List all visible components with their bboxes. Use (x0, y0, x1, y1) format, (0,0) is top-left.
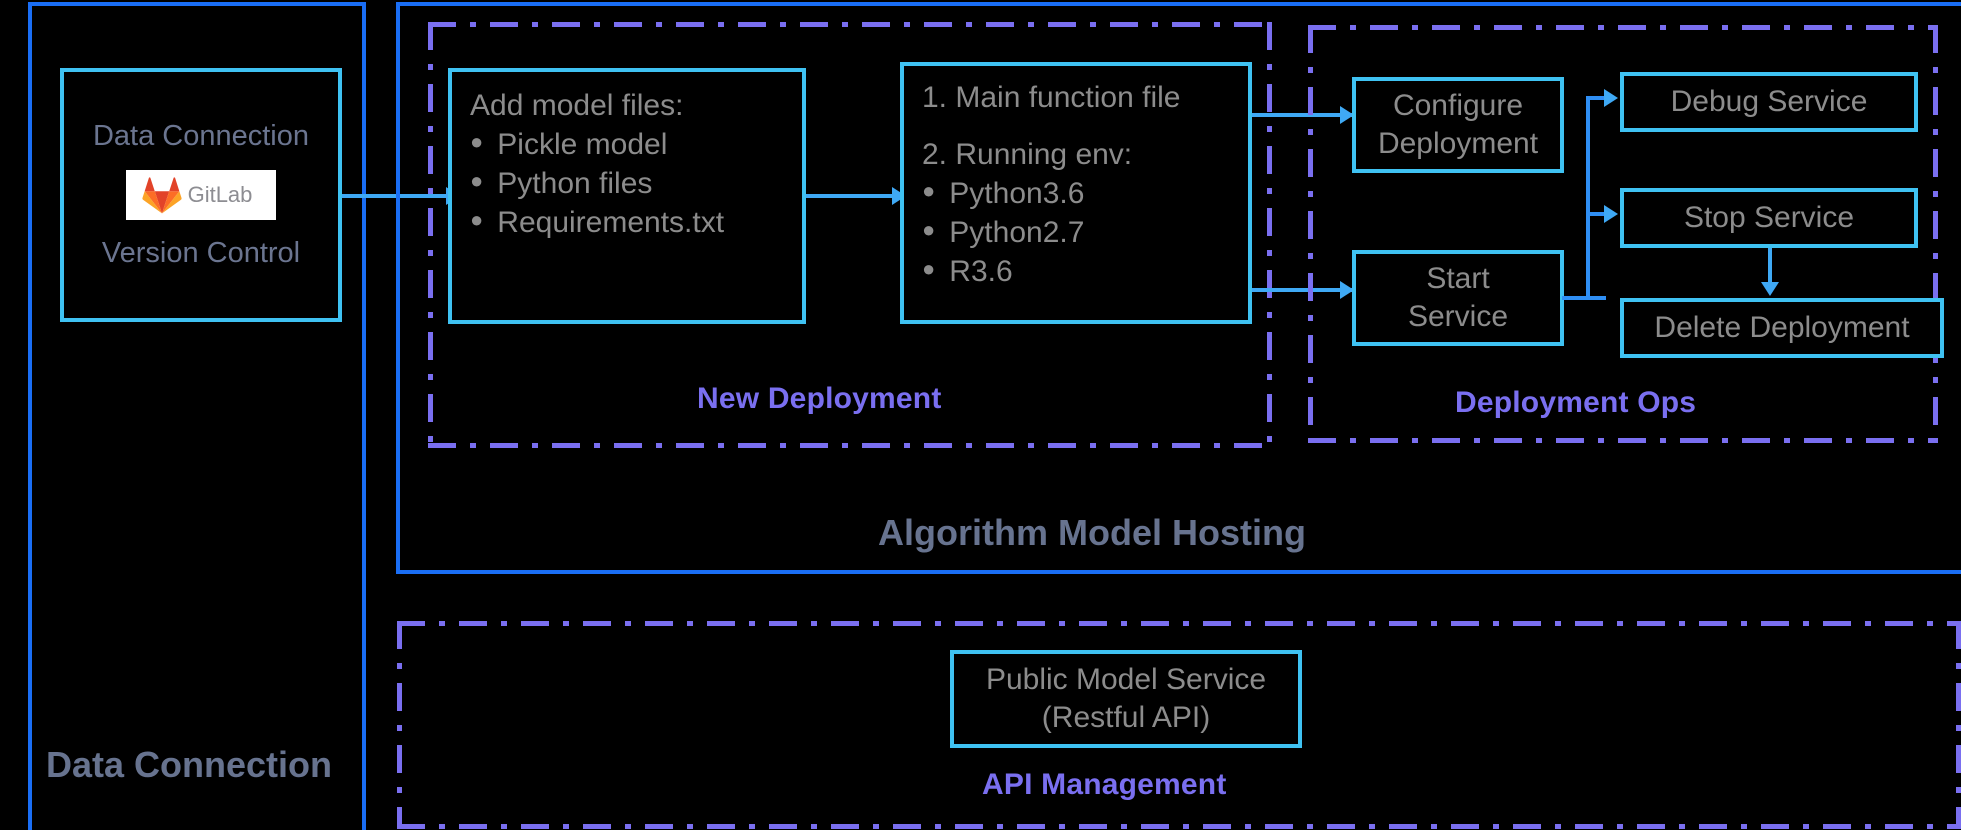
arrow-stop-to-delete (1761, 282, 1779, 296)
delete-deployment-label: Delete Deployment (1654, 310, 1910, 344)
arrow-branch-to-stop (1604, 205, 1618, 223)
public-model-service-line1: Public Model Service (985, 662, 1267, 696)
list-item-label: Python3.6 (949, 177, 1085, 210)
start-service-box[interactable]: Start Service (1352, 250, 1564, 346)
algorithm-model-hosting-caption: Algorithm Model Hosting (878, 512, 1306, 553)
debug-service-box[interactable]: Debug Service (1620, 72, 1918, 132)
list-item-label: R3.6 (949, 255, 1013, 288)
list-item: ● R3.6 (922, 252, 1230, 291)
arrow-branch-to-debug (1604, 89, 1618, 107)
data-connection-title: Data Connection (92, 120, 310, 153)
bullet-dot: ● (922, 217, 936, 242)
bullet-dot: ● (470, 129, 484, 154)
add-model-files-box[interactable]: Add model files: ● Pickle model ● Python f… (448, 68, 806, 324)
running-env-label: 2. Running env: (922, 138, 1133, 171)
list-item: ● Python files (470, 164, 784, 203)
running-env-list: ● Python3.6 ● Python2.7 ● R3.6 (922, 174, 1230, 291)
public-model-service-box[interactable]: Public Model Service (Restful API) (950, 650, 1302, 748)
api-management-caption: API Management (982, 768, 1227, 801)
stop-service-box[interactable]: Stop Service (1620, 188, 1918, 248)
list-item-label: Pickle model (497, 128, 668, 161)
start-service-label: Start Service (1407, 261, 1509, 333)
list-item-label: Python2.7 (949, 216, 1085, 249)
running-env-box[interactable]: 1. Main function file 2. Running env: ● P… (900, 62, 1252, 324)
list-item: ● Python2.7 (922, 213, 1230, 252)
diagram-canvas: Data Connection GitLab Version Control D… (0, 0, 1961, 830)
bullet-dot: ● (470, 207, 484, 232)
deployment-ops-caption: Deployment Ops (1455, 386, 1697, 419)
list-item: ● Python3.6 (922, 174, 1230, 213)
gitlab-logo-icon (141, 177, 182, 214)
configure-deployment-label: Configure Deployment (1377, 88, 1539, 160)
bullet-dot: ● (922, 256, 936, 281)
list-item: ● Pickle model (470, 125, 784, 164)
delete-deployment-box[interactable]: Delete Deployment (1620, 298, 1944, 358)
list-item-label: Python files (497, 167, 653, 200)
connector-start-vertical (1586, 96, 1590, 300)
add-model-files-list: ● Pickle model ● Python files ● Requirement… (470, 125, 784, 242)
add-model-files-lead: Add model files: (470, 89, 684, 122)
connector-stop-to-delete (1768, 248, 1772, 284)
stop-service-label: Stop Service (1683, 200, 1855, 234)
gitlab-badge: GitLab (126, 170, 276, 220)
connector-files-to-env (806, 194, 892, 198)
list-item: ● Requirements.txt (470, 203, 784, 242)
main-function-file-label: 1. Main function file (922, 81, 1181, 114)
data-connection-box[interactable]: Data Connection GitLab Version Control (60, 68, 342, 322)
public-model-service-line2: (Restful API) (1041, 701, 1211, 734)
debug-service-label: Debug Service (1670, 84, 1868, 118)
data-connection-caption: Data Connection (46, 744, 333, 785)
new-deployment-caption: New Deployment (697, 382, 942, 415)
connector-start-right-stub (1562, 296, 1606, 300)
version-control-label: Version Control (101, 237, 301, 269)
gitlab-wordmark: GitLab (187, 182, 253, 207)
bullet-dot: ● (470, 168, 484, 193)
configure-deployment-box[interactable]: Configure Deployment (1352, 77, 1564, 173)
list-item-label: Requirements.txt (497, 206, 725, 239)
bullet-dot: ● (922, 178, 936, 203)
